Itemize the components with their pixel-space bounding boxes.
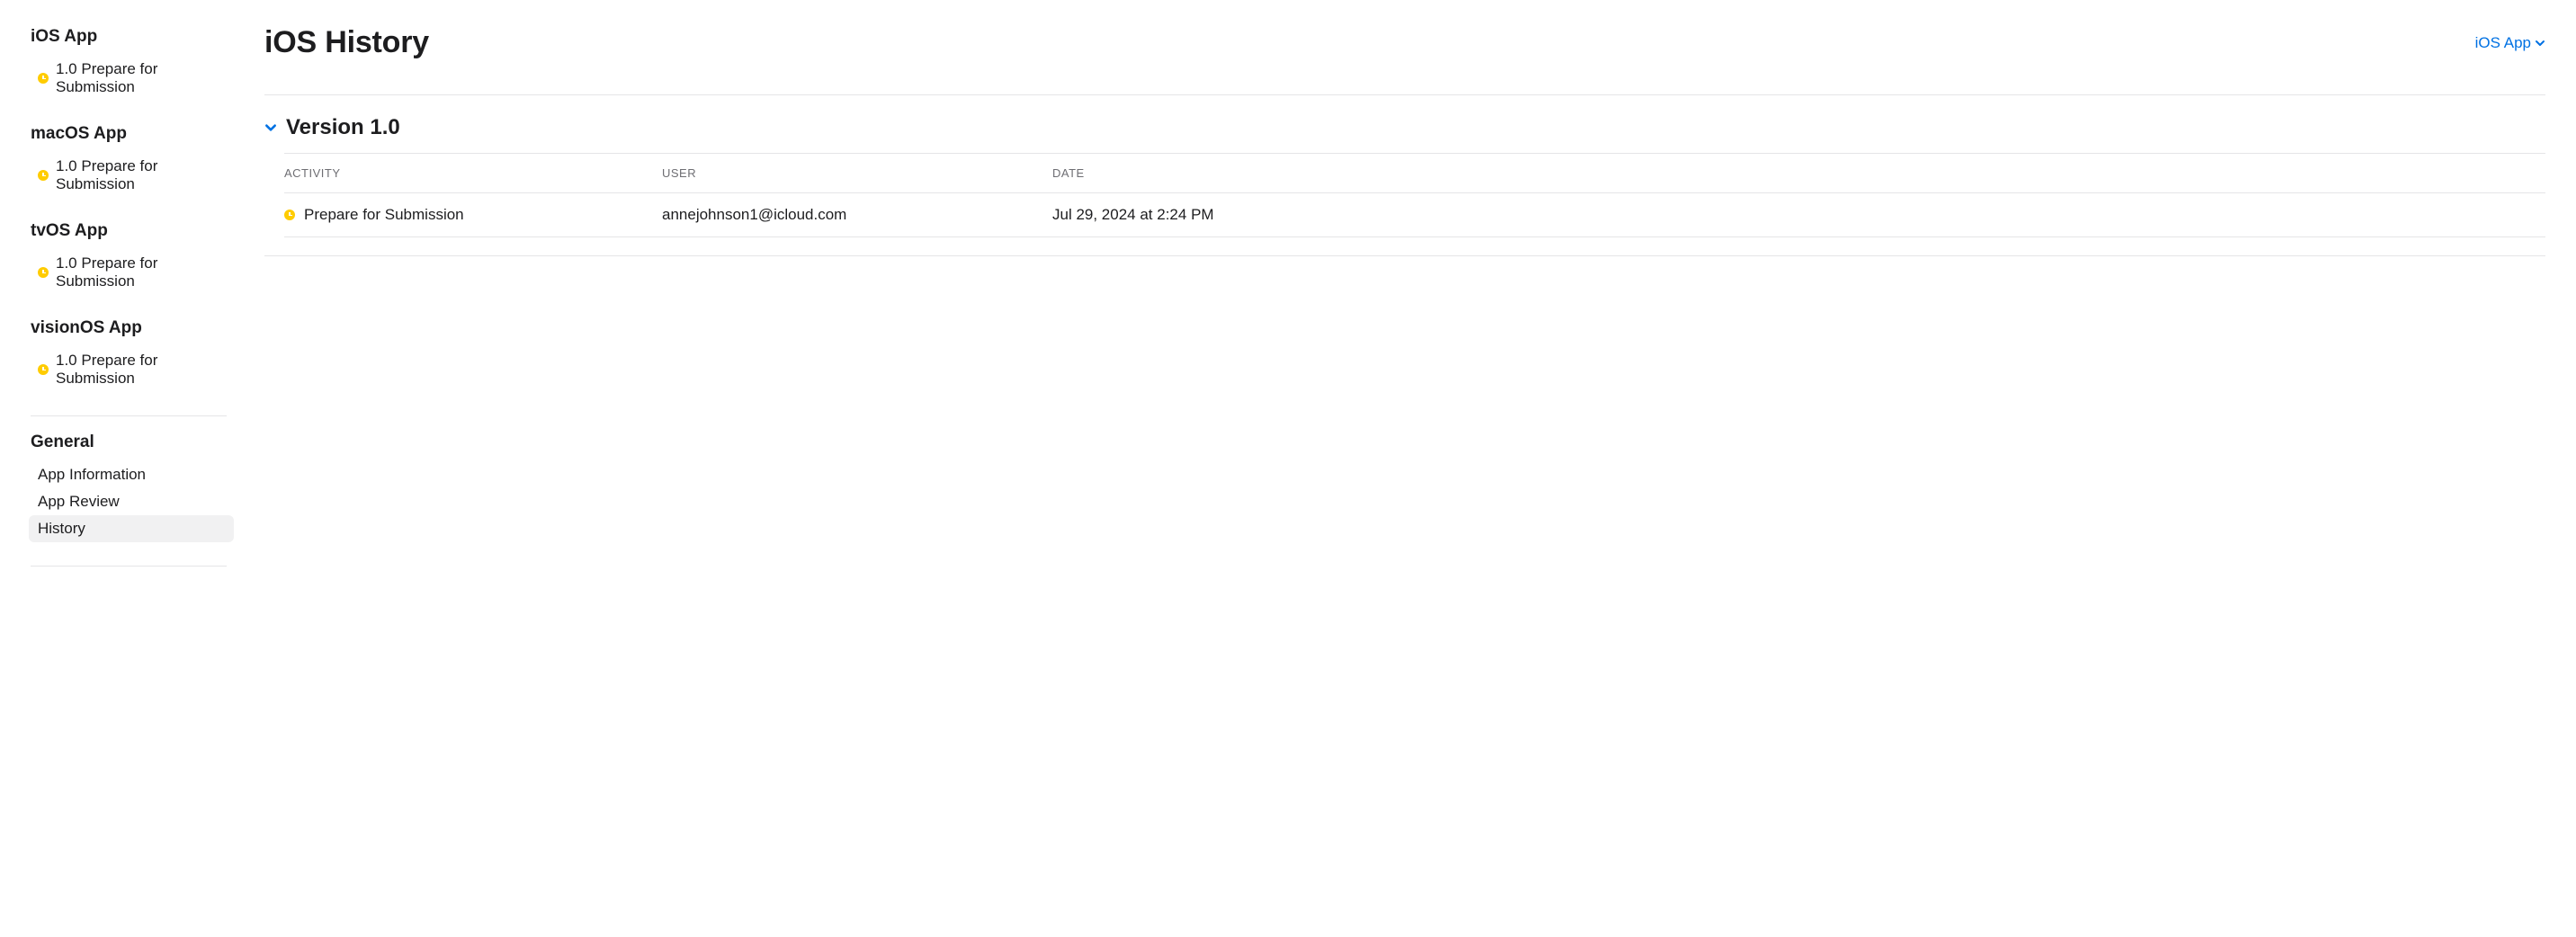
version-header[interactable]: Version 1.0 xyxy=(264,115,2545,140)
status-pending-icon xyxy=(38,170,49,181)
page-title: iOS History xyxy=(264,25,429,60)
sidebar-heading-macos[interactable]: macOS App xyxy=(31,124,234,144)
sidebar-item-label: 1.0 Prepare for Submission xyxy=(56,157,225,193)
column-header-date: DATE xyxy=(1052,166,2545,180)
table-header: ACTIVITY USER DATE xyxy=(284,153,2545,192)
sidebar-divider xyxy=(31,415,227,416)
sidebar-item-label: App Information xyxy=(38,466,146,484)
activity-label: Prepare for Submission xyxy=(304,206,464,224)
status-pending-icon xyxy=(38,364,49,375)
section-divider xyxy=(264,255,2545,256)
chevron-down-icon xyxy=(264,121,277,134)
version-title: Version 1.0 xyxy=(286,115,400,140)
sidebar-item-history[interactable]: History xyxy=(29,515,234,542)
sidebar-heading-visionos[interactable]: visionOS App xyxy=(31,318,234,338)
sidebar-item-visionos-version[interactable]: 1.0 Prepare for Submission xyxy=(29,347,234,392)
sidebar-item-ios-version[interactable]: 1.0 Prepare for Submission xyxy=(29,56,234,101)
sidebar-item-app-review[interactable]: App Review xyxy=(29,488,234,515)
sidebar-item-label: History xyxy=(38,520,85,538)
status-pending-icon xyxy=(38,267,49,278)
sidebar-item-tvos-version[interactable]: 1.0 Prepare for Submission xyxy=(29,250,234,295)
section-divider xyxy=(264,94,2545,95)
column-header-activity: ACTIVITY xyxy=(284,166,662,180)
sidebar-item-label: 1.0 Prepare for Submission xyxy=(56,60,225,96)
column-header-user: USER xyxy=(662,166,1052,180)
sidebar-item-label: App Review xyxy=(38,493,120,511)
history-table: ACTIVITY USER DATE Prepare for Submissio… xyxy=(284,153,2545,237)
sidebar-heading-tvos[interactable]: tvOS App xyxy=(31,221,234,241)
platform-picker-label: iOS App xyxy=(2475,34,2531,52)
sidebar-divider xyxy=(31,566,227,567)
sidebar-group-visionos: visionOS App 1.0 Prepare for Submission xyxy=(31,318,234,392)
cell-date: Jul 29, 2024 at 2:24 PM xyxy=(1052,206,2545,224)
status-pending-icon xyxy=(284,210,295,220)
platform-picker[interactable]: iOS App xyxy=(2475,34,2545,52)
sidebar: iOS App 1.0 Prepare for Submission macOS… xyxy=(0,0,234,583)
sidebar-group-macos: macOS App 1.0 Prepare for Submission xyxy=(31,124,234,198)
sidebar-group-general: General App Information App Review Histo… xyxy=(31,433,234,542)
sidebar-item-macos-version[interactable]: 1.0 Prepare for Submission xyxy=(29,153,234,198)
sidebar-item-label: 1.0 Prepare for Submission xyxy=(56,352,225,388)
sidebar-group-ios: iOS App 1.0 Prepare for Submission xyxy=(31,27,234,101)
sidebar-heading-general: General xyxy=(31,433,234,452)
sidebar-heading-ios[interactable]: iOS App xyxy=(31,27,234,47)
cell-user: annejohnson1@icloud.com xyxy=(662,206,1052,224)
header-row: iOS History iOS App xyxy=(264,25,2545,60)
cell-activity: Prepare for Submission xyxy=(284,206,662,224)
status-pending-icon xyxy=(38,73,49,84)
chevron-down-icon xyxy=(2535,38,2545,49)
sidebar-group-tvos: tvOS App 1.0 Prepare for Submission xyxy=(31,221,234,295)
sidebar-item-app-information[interactable]: App Information xyxy=(29,461,234,488)
main-content: iOS History iOS App Version 1.0 ACTIVITY… xyxy=(234,0,2576,583)
sidebar-item-label: 1.0 Prepare for Submission xyxy=(56,254,225,290)
table-row: Prepare for Submission annejohnson1@iclo… xyxy=(284,192,2545,237)
